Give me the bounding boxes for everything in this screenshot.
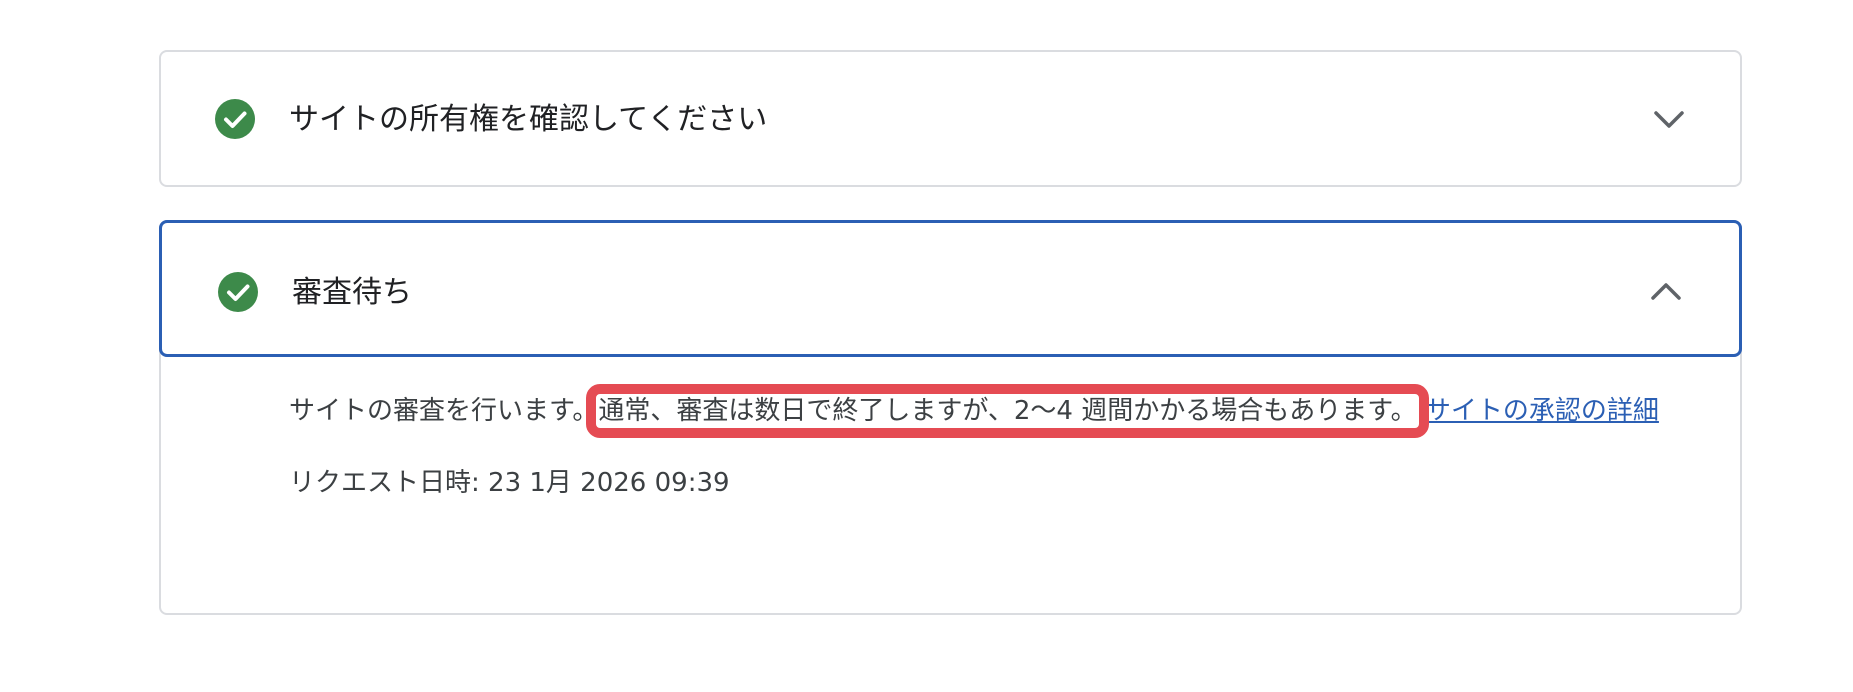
step-card-verify-ownership: サイトの所有権を確認してください bbox=[159, 50, 1742, 187]
check-circle-icon bbox=[215, 99, 255, 139]
step-header-verify-ownership[interactable]: サイトの所有権を確認してください bbox=[161, 52, 1740, 185]
step-details: サイトの審査を行います。通常、審査は数日で終了しますが、2〜4 週間かかる場合も… bbox=[289, 384, 1669, 503]
check-circle-icon bbox=[218, 272, 258, 312]
step-header-review-pending[interactable]: 審査待ち bbox=[159, 220, 1742, 357]
description-text: サイトの審査を行います。 bbox=[289, 396, 599, 426]
chevron-up-icon[interactable] bbox=[1649, 277, 1683, 307]
step-title: 審査待ち bbox=[292, 275, 412, 310]
highlighted-description: 通常、審査は数日で終了しますが、2〜4 週間かかる場合もあります。 bbox=[586, 384, 1429, 438]
site-approval-details-link[interactable]: サイトの承認の詳細 bbox=[1425, 396, 1659, 426]
review-description: サイトの審査を行います。通常、審査は数日で終了しますが、2〜4 週間かかる場合も… bbox=[289, 384, 1669, 438]
chevron-down-icon[interactable] bbox=[1652, 104, 1686, 134]
step-card-review-pending: 審査待ち サイトの審査を行います。通常、審査は数日で終了しますが、2〜4 週間か… bbox=[159, 220, 1742, 615]
step-title: サイトの所有権を確認してください bbox=[289, 102, 768, 137]
request-date: リクエスト日時: 23 1月 2026 09:39 bbox=[289, 468, 730, 498]
